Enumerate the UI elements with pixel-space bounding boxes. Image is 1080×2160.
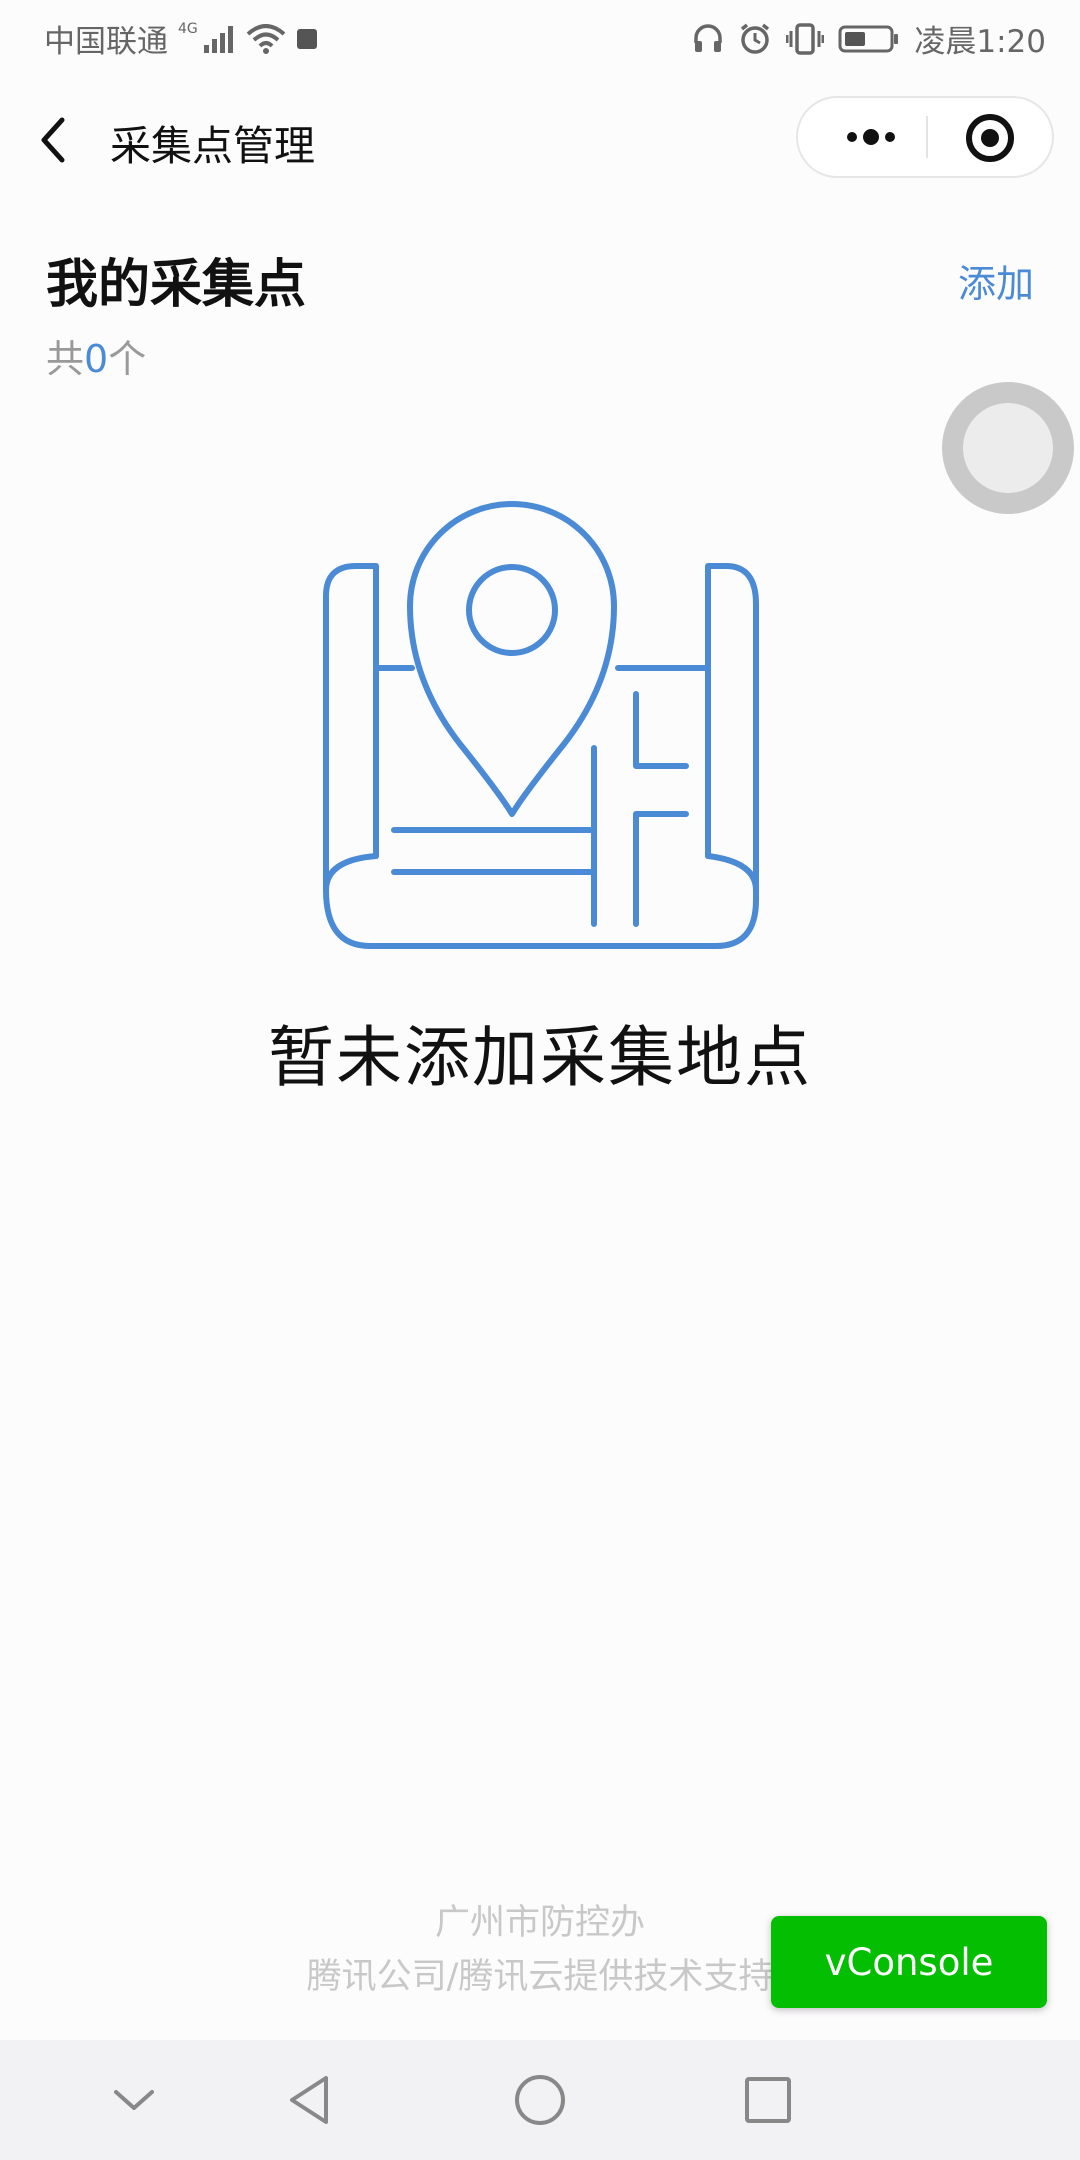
count-value: 0 [84, 337, 109, 381]
system-recents-button[interactable] [738, 2070, 798, 2130]
count-prefix: 共 [46, 337, 85, 381]
chevron-left-icon [41, 117, 65, 163]
android-nav-bar [0, 2040, 1080, 2160]
carrier-label: 中国联通 [44, 24, 168, 60]
system-back-button[interactable] [280, 2070, 340, 2130]
wifi-icon [246, 23, 286, 54]
hide-nav-button[interactable] [104, 2070, 164, 2130]
empty-state-message: 暂未添加采集地点 [268, 1019, 812, 1096]
close-miniprogram-button[interactable] [960, 108, 1020, 168]
target-close-icon [966, 114, 1014, 162]
page-title: 采集点管理 [110, 122, 315, 170]
notification-square-icon [296, 28, 317, 49]
more-dots-icon [847, 129, 895, 145]
back-button[interactable] [30, 110, 80, 170]
chevron-down-icon [114, 2090, 154, 2110]
network-type-label: 4G [178, 20, 198, 37]
clock-label: 凌晨1:20 [914, 24, 1046, 60]
floating-ball-button[interactable] [942, 382, 1074, 514]
battery-icon [838, 25, 899, 52]
screen: 中国联通 4G 凌晨1:20 采集点管理 我的采集点 添加 共0个 暂未添加采集… [0, 0, 1080, 2160]
floating-ball-inner [963, 403, 1053, 493]
home-circle-icon [515, 2075, 565, 2125]
mini-program-capsule [796, 96, 1054, 178]
nav-bar: 采集点管理 [0, 74, 1080, 204]
map-pin-icon [323, 501, 759, 949]
count-text: 共0个 [46, 328, 146, 383]
capsule-divider [926, 116, 928, 158]
add-button[interactable]: 添加 [958, 253, 1034, 308]
status-left: 中国联通 4G [44, 16, 318, 61]
more-button[interactable] [826, 98, 916, 176]
vconsole-button[interactable]: vConsole [771, 1916, 1047, 2008]
section-title: 我的采集点 [46, 255, 307, 315]
headphones-icon [694, 23, 723, 52]
back-triangle-icon [290, 2076, 328, 2124]
status-right: 凌晨1:20 [692, 16, 1046, 61]
vibrate-icon [786, 22, 825, 55]
recents-square-icon [745, 2077, 791, 2123]
status-bar: 中国联通 4G 凌晨1:20 [0, 0, 1080, 74]
count-suffix: 个 [108, 337, 147, 381]
alarm-icon [741, 23, 770, 54]
system-home-button[interactable] [510, 2070, 570, 2130]
signal-icon [203, 25, 233, 53]
